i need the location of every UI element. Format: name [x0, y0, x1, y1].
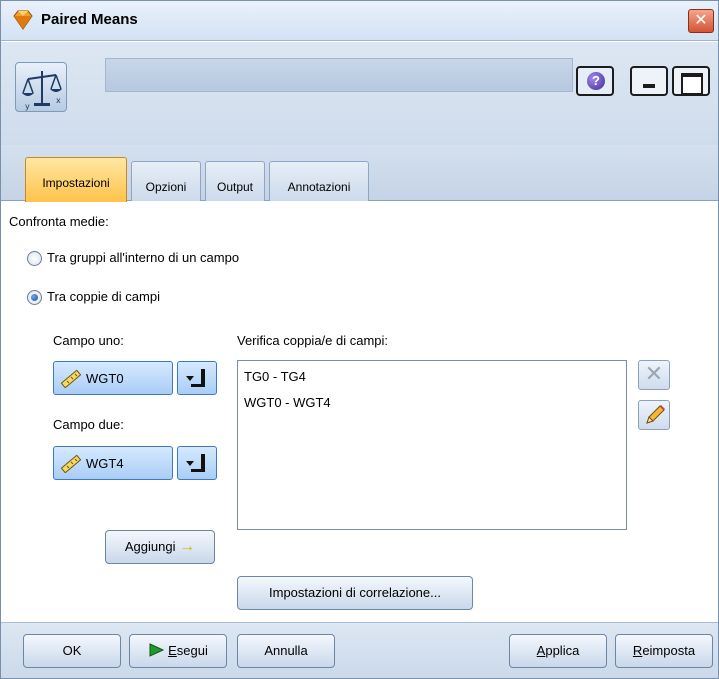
field-picker-icon [186, 454, 205, 472]
list-item[interactable]: WGT0 - WGT4 [244, 395, 331, 410]
window-title: Paired Means [41, 11, 138, 28]
add-button-label: Aggiungi [124, 539, 176, 554]
help-button[interactable]: ? [576, 66, 614, 96]
field-one-picker-button[interactable] [177, 361, 217, 395]
field-one-value: WGT0 [86, 371, 124, 386]
apply-button[interactable]: Applica [509, 634, 607, 668]
node-header: y x ? [1, 42, 718, 145]
run-button-mnemonic: E [168, 643, 177, 658]
radio-between-groups[interactable] [27, 251, 42, 266]
svg-text:y: y [25, 102, 30, 111]
close-icon: ✕ [694, 12, 708, 29]
list-item[interactable]: TG0 - TG4 [244, 369, 306, 384]
ruler-icon [60, 369, 82, 388]
edit-pair-button[interactable] [638, 400, 670, 430]
reset-button-label: eimposta [642, 643, 696, 658]
apply-button-label: pplica [545, 643, 580, 658]
field-two-label: Campo due: [53, 417, 124, 432]
tab-impostazioni[interactable]: Impostazioni [25, 157, 127, 202]
field-one-select[interactable]: WGT0 [53, 361, 173, 395]
field-picker-icon [186, 369, 205, 387]
cancel-button[interactable]: Annulla [237, 634, 335, 668]
play-icon [149, 643, 165, 657]
correlation-settings-button[interactable]: Impostazioni di correlazione... [237, 576, 473, 610]
paired-means-dialog: Paired Means ✕ y x ? Impostazioni Opzion… [0, 0, 719, 679]
field-two-picker-button[interactable] [177, 446, 217, 480]
pairs-list-label: Verifica coppia/e di campi: [237, 333, 389, 348]
field-two-value: WGT4 [86, 456, 124, 471]
reset-button[interactable]: Reimposta [615, 634, 713, 668]
close-button[interactable]: ✕ [688, 9, 714, 33]
field-pairs-list[interactable]: TG0 - TG4 WGT0 - WGT4 [237, 360, 627, 530]
tab-bar: Impostazioni Opzioni Output Annotazioni [1, 145, 718, 202]
delete-pair-button[interactable]: ✕ [638, 360, 670, 390]
tab-annotazioni[interactable]: Annotazioni [269, 161, 369, 201]
delete-icon: ✕ [644, 361, 664, 386]
svg-text:x: x [56, 96, 61, 105]
help-icon: ? [587, 72, 605, 90]
minimize-button[interactable] [630, 66, 668, 96]
settings-panel: Confronta medie: Tra gruppi all'interno … [1, 202, 718, 622]
radio-between-pairs[interactable] [27, 290, 42, 305]
compare-means-label: Confronta medie: [9, 214, 109, 229]
add-pair-button[interactable]: Aggiungi → [105, 530, 215, 564]
dialog-button-bar: OK Esegui Annulla Applica Reimposta [1, 622, 718, 678]
arrow-right-icon: → [179, 538, 196, 555]
node-name-field[interactable] [105, 58, 573, 92]
pencil-icon [646, 405, 665, 424]
maximize-button[interactable] [672, 66, 710, 96]
tab-opzioni[interactable]: Opzioni [131, 161, 201, 201]
title-bar: Paired Means ✕ [1, 1, 718, 41]
radio-between-pairs-label: Tra coppie di campi [47, 289, 160, 304]
run-button-label: segui [176, 643, 208, 658]
run-button[interactable]: Esegui [129, 634, 227, 668]
ok-button[interactable]: OK [23, 634, 121, 668]
balance-scale-icon: y x [15, 62, 67, 112]
ruler-icon [60, 454, 82, 473]
tab-output[interactable]: Output [205, 161, 265, 201]
reset-button-mnemonic: R [632, 643, 643, 658]
field-two-select[interactable]: WGT4 [53, 446, 173, 480]
radio-between-groups-label: Tra gruppi all'interno di un campo [47, 250, 240, 265]
field-one-label: Campo uno: [53, 333, 124, 348]
node-diamond-icon [13, 10, 33, 30]
